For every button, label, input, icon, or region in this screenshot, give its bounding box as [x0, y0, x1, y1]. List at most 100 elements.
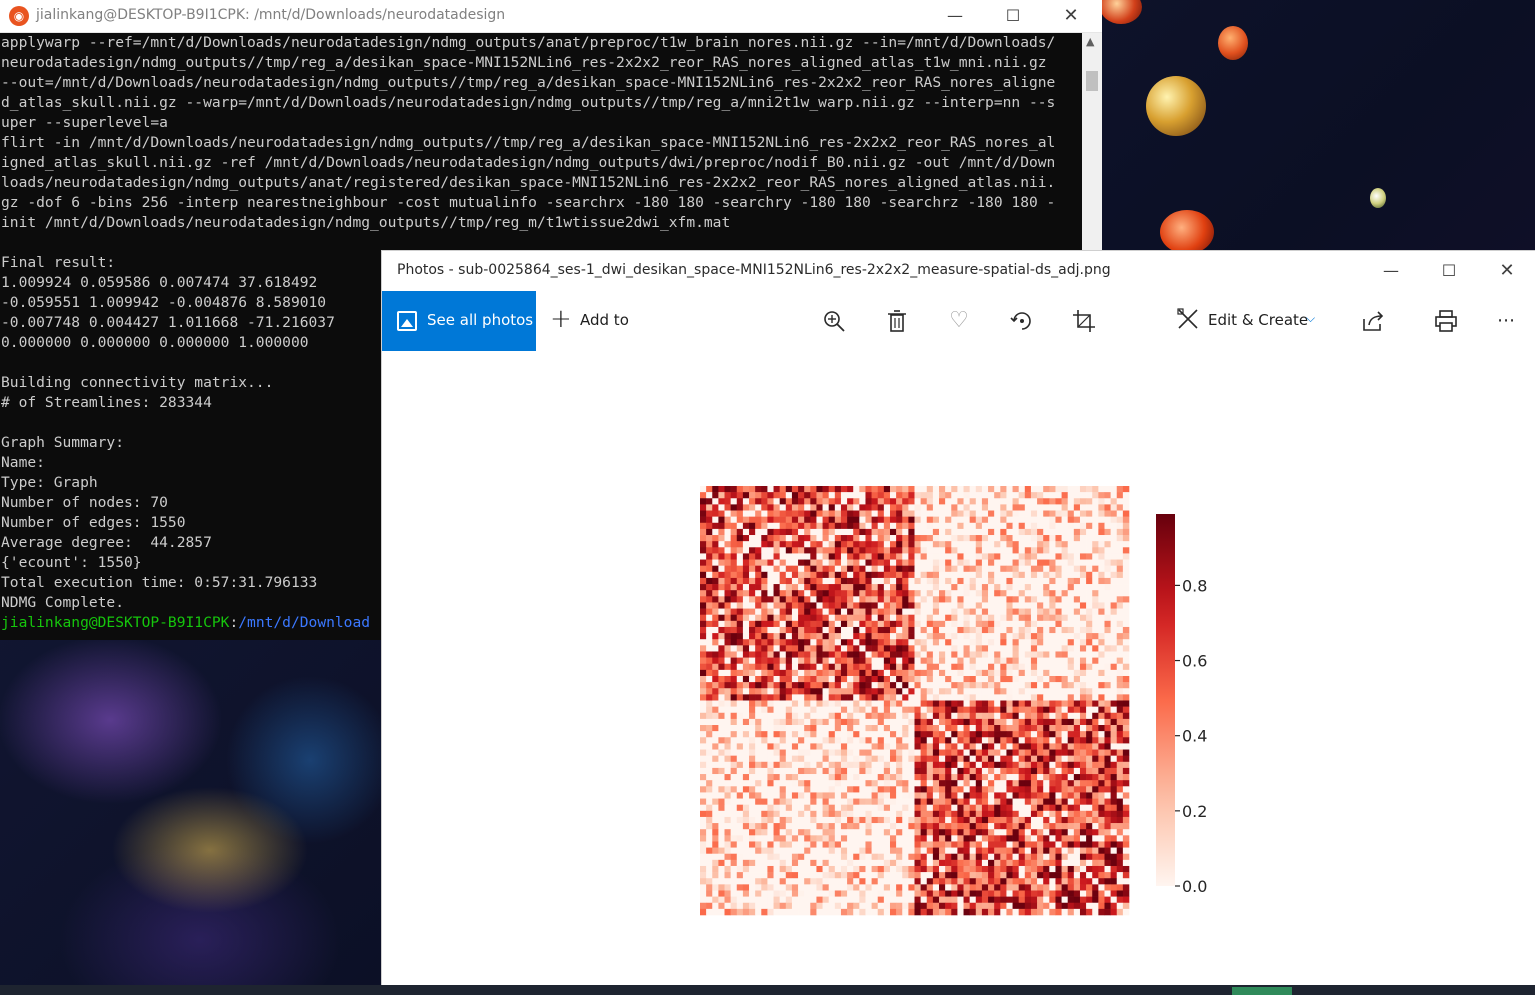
close-button[interactable]: ✕ [1042, 0, 1100, 32]
heatmap-cell [1055, 565, 1062, 573]
heatmap-cell [883, 884, 891, 891]
heatmap-cell [975, 614, 983, 622]
heatmap-cell [1049, 504, 1056, 511]
terminal-scrollbar[interactable]: ▲ [1082, 33, 1102, 250]
heatmap-cell [724, 908, 731, 916]
heatmap-cell [1073, 835, 1081, 842]
heatmap-cell [1086, 865, 1093, 873]
heatmap-cell [828, 908, 836, 916]
photo-viewer-canvas[interactable]: 0.8 0.6 0.4 0.2 0.0 [382, 351, 1535, 986]
heatmap-cell [1116, 823, 1124, 830]
heatmap-cell [1061, 626, 1069, 634]
taskbar[interactable] [0, 985, 1535, 995]
heatmap-cell [988, 878, 995, 885]
heatmap-cell [1030, 596, 1038, 603]
heatmap-cell [1079, 829, 1087, 836]
heatmap-cell [1073, 688, 1081, 695]
see-all-photos-button[interactable]: See all photos [382, 291, 536, 351]
favorite-icon[interactable]: ♡ [943, 305, 975, 337]
crop-icon[interactable] [1068, 305, 1100, 337]
share-icon[interactable] [1357, 305, 1389, 337]
heatmap-cell [712, 810, 719, 818]
heatmap-cell [1049, 541, 1056, 548]
heatmap-cell [957, 688, 964, 695]
heatmap-cell [712, 865, 719, 873]
heatmap-cell [755, 829, 762, 836]
heatmap-cell [1092, 694, 1099, 701]
heatmap-cell [1012, 602, 1019, 609]
minimize-button[interactable]: — [1362, 255, 1420, 287]
heatmap-cell [1104, 590, 1111, 597]
heatmap-cell [834, 841, 842, 848]
scroll-up-icon[interactable]: ▲ [1086, 35, 1094, 48]
heatmap-cell [1067, 755, 1075, 763]
heatmap-cell [822, 516, 829, 524]
heatmap-cell [700, 878, 707, 885]
heatmap-cell [1043, 645, 1050, 652]
heatmap-cell [1030, 749, 1038, 756]
rotate-icon[interactable] [1006, 305, 1038, 337]
heatmap-cell [828, 577, 836, 585]
heatmap-cell [718, 878, 725, 885]
taskbar-active-app[interactable] [1232, 987, 1292, 995]
maximize-button[interactable]: ☐ [1420, 255, 1478, 287]
heatmap-cell [908, 706, 915, 714]
heatmap-cell [1055, 614, 1062, 622]
heatmap-cell [736, 688, 744, 695]
heatmap-cell [1122, 853, 1130, 861]
heatmap-cell [902, 755, 909, 763]
heatmap-cell [767, 804, 774, 812]
heatmap-cell [871, 535, 879, 542]
heatmap-cell [1122, 504, 1130, 511]
heatmap-cell [779, 688, 787, 695]
heatmap-cell [883, 786, 891, 793]
heatmap-cell [828, 774, 836, 781]
heatmap-cell [981, 810, 989, 818]
heatmap-cell [773, 878, 780, 885]
heatmap-cell [1092, 878, 1099, 885]
heatmap-cell [1024, 890, 1032, 897]
edit-create-button[interactable]: Edit & Create ⌵ [1176, 291, 1326, 351]
heatmap-cell [834, 706, 842, 714]
heatmap-cell [926, 675, 934, 683]
heatmap-cell [969, 528, 977, 536]
heatmap-cell [853, 516, 860, 524]
delete-icon[interactable] [881, 305, 913, 337]
scrollbar-thumb[interactable] [1086, 71, 1098, 91]
heatmap-cell [810, 700, 817, 707]
print-icon[interactable] [1430, 305, 1462, 337]
heatmap-cell [914, 547, 921, 554]
heatmap-cell [865, 712, 872, 720]
zoom-icon[interactable] [818, 305, 850, 337]
minimize-button[interactable]: — [926, 0, 984, 32]
add-to-button[interactable]: + Add to [550, 291, 640, 351]
more-icon[interactable]: ⋯ [1490, 305, 1522, 337]
heatmap-cell [1049, 584, 1056, 591]
heatmap-cell [1061, 528, 1069, 536]
heatmap-cell [865, 694, 872, 701]
heatmap-cell [1079, 516, 1087, 524]
heatmap-cell [847, 902, 854, 910]
heatmap-cell [1116, 792, 1124, 799]
photos-titlebar[interactable]: Photos - sub-0025864_ses-1_dwi_desikan_s… [382, 251, 1535, 291]
heatmap-cell [1006, 872, 1013, 879]
terminal-titlebar[interactable]: ◉ jialinkang@DESKTOP-B9I1CPK: /mnt/d/Dow… [0, 0, 1102, 33]
heatmap-cell [1000, 596, 1007, 603]
heatmap-cell [963, 878, 970, 885]
heatmap-cell [761, 547, 768, 554]
heatmap-cell [847, 890, 854, 897]
heatmap-cell [847, 669, 854, 677]
heatmap-cell [920, 492, 928, 499]
close-button[interactable]: ✕ [1478, 255, 1535, 287]
heatmap-cell [926, 835, 934, 842]
heatmap-cell [1018, 547, 1026, 554]
heatmap-cell [730, 786, 738, 793]
heatmap-cell [1092, 516, 1099, 524]
heatmap-cell [1061, 657, 1069, 665]
heatmap-cell [1012, 859, 1019, 867]
heatmap-cell [1043, 718, 1050, 726]
photos-window[interactable]: Photos - sub-0025864_ses-1_dwi_desikan_s… [381, 250, 1535, 986]
heatmap-cell [908, 712, 915, 720]
maximize-button[interactable]: ☐ [984, 0, 1042, 32]
heatmap-cell [749, 737, 756, 744]
